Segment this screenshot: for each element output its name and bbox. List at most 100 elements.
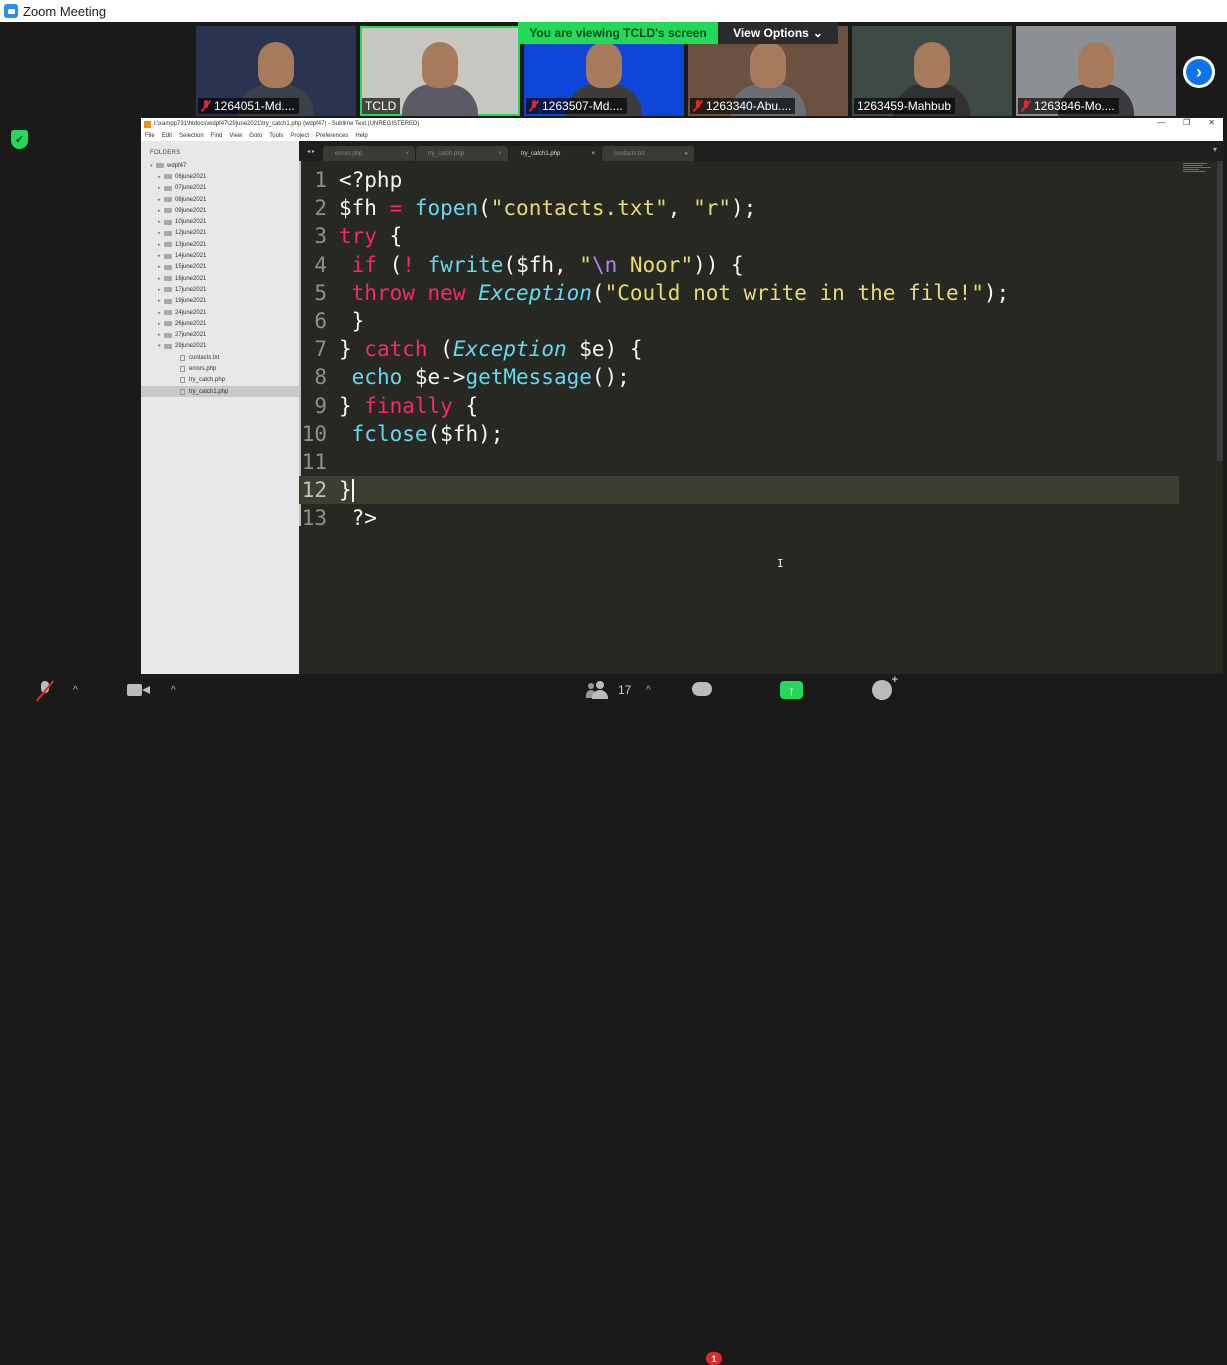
tree-folder[interactable]: ▾ 29june2021 — [141, 341, 299, 352]
code-line[interactable]: 6 } — [299, 307, 1179, 335]
code-area[interactable]: 1 <?php 2 $fh = fopen("contacts.txt", "r");… — [299, 166, 1179, 532]
tree-folder[interactable]: ▸ 26june2021 — [141, 318, 299, 329]
menu-item[interactable]: Goto — [249, 133, 262, 139]
participant-name-label: 1264051-Md.... — [198, 98, 299, 114]
menu-item[interactable]: Preferences — [316, 133, 348, 139]
security-shield-icon[interactable]: ✓ — [11, 130, 28, 149]
participant-face — [750, 42, 786, 88]
code-line[interactable]: 7} catch (Exception $e) { — [299, 335, 1179, 363]
reactions-button[interactable] — [872, 674, 898, 702]
audio-options-chevron[interactable]: ^ — [73, 678, 78, 702]
restore-icon[interactable]: ❐ — [1183, 118, 1190, 127]
code-token: \n — [591, 252, 618, 277]
close-icon[interactable]: ✕ — [1208, 118, 1215, 127]
folder-icon — [164, 242, 172, 248]
tab-nav-arrows-icon[interactable]: ◂ ▸ — [299, 141, 323, 161]
tree-item-label: 26june2021 — [175, 320, 207, 327]
code-line[interactable]: 5 throw new Exception("Could not write i… — [299, 279, 1179, 307]
tree-folder[interactable]: ▸ 07june2021 — [141, 183, 299, 194]
next-page-button[interactable]: › — [1183, 56, 1215, 88]
minimap[interactable] — [1183, 163, 1213, 177]
line-number: 1 — [314, 168, 327, 193]
code-line[interactable]: 9} finally { — [299, 392, 1179, 420]
current-code-line[interactable]: 12} — [299, 476, 1179, 505]
folder-icon — [164, 332, 172, 338]
editor-tab[interactable]: contacts.txt ● — [602, 146, 694, 161]
menu-item[interactable]: Help — [355, 133, 367, 139]
code-line[interactable]: 3 try { — [299, 222, 1179, 250]
tree-folder[interactable]: ▸ 17june2021 — [141, 284, 299, 295]
tree-item-label: 14june2021 — [175, 253, 207, 260]
tree-folder[interactable]: ▸ 16june2021 — [141, 273, 299, 284]
close-tab-icon[interactable]: × — [498, 151, 502, 157]
video-options-chevron[interactable]: ^ — [171, 678, 176, 702]
participant-tile[interactable]: TCLD — [360, 26, 520, 116]
folder-icon — [164, 219, 172, 225]
tree-folder[interactable]: ▸ 08june2021 — [141, 194, 299, 205]
tree-folder[interactable]: ▸ 19june2021 — [141, 296, 299, 307]
participant-tile[interactable]: 1263459-Mahbub — [852, 26, 1012, 116]
chat-button[interactable] — [692, 678, 714, 702]
menu-item[interactable]: Find — [211, 133, 223, 139]
code-line[interactable]: 11 — [299, 448, 1179, 476]
line-number: 13 — [301, 506, 327, 531]
tree-folder[interactable]: ▸ 24june2021 — [141, 307, 299, 318]
tree-folder[interactable]: ▸ 13june2021 — [141, 239, 299, 250]
tab-dropdown-icon[interactable]: ▾ — [1213, 145, 1217, 154]
code-editor[interactable]: ◂ ▸ errors.php × try_catch.php × try_catch1.… — [299, 141, 1223, 675]
code-line[interactable]: 1 <?php — [299, 166, 1179, 194]
tree-folder[interactable]: ▸ 27june2021 — [141, 329, 299, 340]
unsaved-dot-icon[interactable]: ● — [684, 151, 688, 157]
editor-tab[interactable]: try_catch1.php × — [509, 146, 601, 161]
editor-tab[interactable]: try_catch.php × — [416, 146, 508, 161]
tree-folder[interactable]: ▸ 10june2021 — [141, 216, 299, 227]
code-line[interactable]: 10 fclose ($fh); — [299, 420, 1179, 448]
menu-item[interactable]: Edit — [162, 133, 172, 139]
participant-tile[interactable]: 1264051-Md.... — [196, 26, 356, 116]
tree-folder[interactable]: ▾ wdpf47 — [141, 160, 299, 171]
tree-folder[interactable]: ▸ 06june2021 — [141, 171, 299, 182]
close-tab-icon[interactable]: × — [405, 151, 409, 157]
tree-file[interactable]: errors.php — [141, 363, 299, 374]
close-tab-icon[interactable]: × — [591, 151, 595, 157]
menu-item[interactable]: Selection — [179, 133, 204, 139]
code-token: } — [339, 478, 352, 503]
sublime-main: FOLDERS ▾ wdpf47 ▸ 06june2021 ▸ 07june2021 ▸ 08… — [141, 141, 1223, 675]
code-line[interactable]: 13 ?> — [299, 504, 1179, 532]
code-token: if — [351, 252, 377, 277]
tree-item-label: try_catch1.php — [189, 388, 229, 395]
menu-item[interactable]: Tools — [269, 133, 283, 139]
menu-item[interactable]: Project — [290, 133, 309, 139]
participant-face — [422, 42, 458, 88]
code-token: $fh — [339, 196, 390, 221]
tree-file[interactable]: try_catch.php — [141, 375, 299, 386]
menu-item[interactable]: View — [229, 133, 242, 139]
minimize-icon[interactable]: — — [1157, 118, 1165, 127]
tree-folder[interactable]: ▸ 14june2021 — [141, 250, 299, 261]
video-button[interactable] — [127, 678, 151, 702]
code-line[interactable]: 4 if (! fwrite ($fh, " \n Noor")) { — [299, 251, 1179, 279]
share-screen-button[interactable]: ↑ — [780, 678, 803, 702]
tree-folder[interactable]: ▸ 12june2021 — [141, 228, 299, 239]
tree-folder[interactable]: ▸ 15june2021 — [141, 262, 299, 273]
line-number: 2 — [314, 196, 327, 221]
editor-tab[interactable]: errors.php × — [323, 146, 415, 161]
menu-item[interactable]: File — [145, 133, 155, 139]
tree-folder[interactable]: ▸ 09june2021 — [141, 205, 299, 216]
line-number: 11 — [301, 449, 327, 474]
participant-tile[interactable]: 1263846-Mo.... — [1016, 26, 1176, 116]
participants-button[interactable]: 17 — [586, 678, 631, 702]
file-icon — [180, 354, 185, 361]
scrollbar[interactable] — [1217, 161, 1223, 461]
tree-file[interactable]: contacts.txt — [141, 352, 299, 363]
view-options-button[interactable]: View Options ⌄ — [718, 22, 838, 44]
code-line[interactable]: 8 echo $e-> getMessage (); — [299, 363, 1179, 391]
code-token: getMessage — [465, 365, 592, 390]
participants-options-chevron[interactable]: ^ — [646, 678, 651, 702]
code-line[interactable]: 2 $fh = fopen("contacts.txt", "r"); — [299, 194, 1179, 222]
code-token: "Could not write in the file!" — [604, 280, 984, 305]
mute-button[interactable] — [34, 678, 56, 702]
code-token: Exception — [452, 337, 567, 362]
tree-file[interactable]: try_catch1.php — [141, 385, 299, 398]
